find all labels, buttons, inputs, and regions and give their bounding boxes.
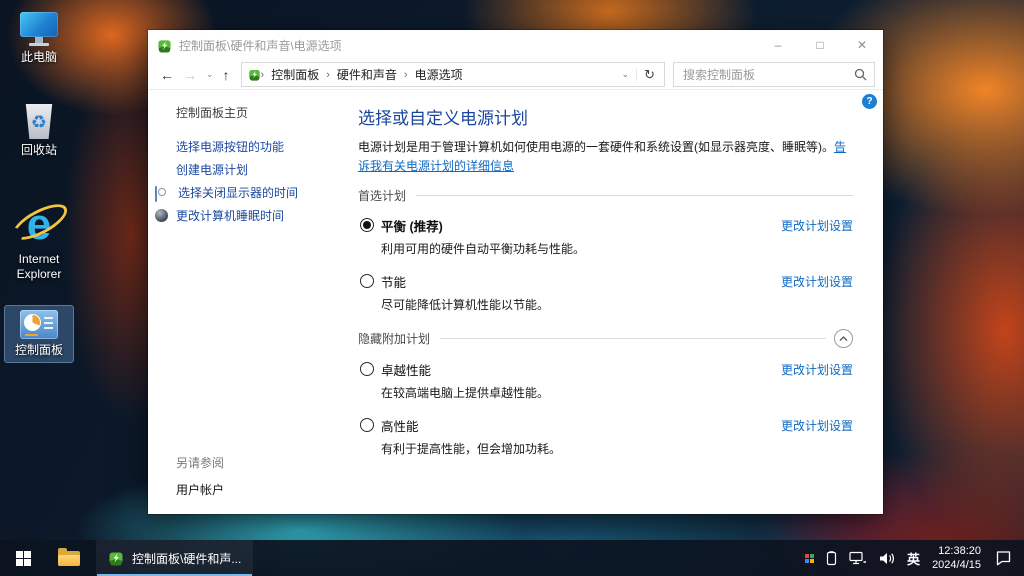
start-button[interactable] [0,540,46,576]
internet-explorer-icon: e [15,202,63,248]
desktop-icon-label: 此电脑 [21,50,57,65]
plan-description: 尽可能降低计算机性能以节能。 [381,296,853,313]
desktop-icon-control-panel[interactable]: 控制面板 [5,306,73,362]
power-options-icon [157,38,172,53]
control-panel-window: 控制面板\硬件和声音\电源选项 – □ ✕ ← → ⌄ ↑ › 控制面板 › 硬… [148,30,883,514]
radio-power-saver[interactable] [360,274,374,288]
window-title: 控制面板\硬件和声音\电源选项 [179,37,757,54]
window-content: ? 控制面板主页 选择电源按钮的功能 创建电源计划 选择关闭显示器的时间 更改计… [148,90,883,514]
power-options-icon [108,550,124,566]
file-explorer-button[interactable] [46,540,92,576]
recycle-bin-icon: ♻ [24,104,54,139]
collapse-section-button[interactable] [834,329,853,348]
plan-name: 高性能 [381,420,419,434]
up-button[interactable]: ↑ [223,68,230,82]
desktop-icon-label: 控制面板 [15,343,63,358]
tray-app-icon[interactable] [805,554,814,563]
desktop-icon-label: Internet Explorer [7,252,71,282]
maximize-button[interactable]: □ [799,30,841,60]
power-plan-high-performance: 高性能 更改计划设置 有利于提高性能，但会增加功耗。 [358,416,853,457]
minimize-button[interactable]: – [757,30,799,60]
close-button[interactable]: ✕ [841,30,883,60]
section-header-preferred-plans: 首选计划 [358,187,853,204]
control-panel-icon [20,310,58,339]
change-plan-settings-link[interactable]: 更改计划设置 [781,273,853,290]
display-clock-icon [155,186,157,202]
search-icon [854,68,867,81]
power-plan-power-saver: 节能 更改计划设置 尽可能降低计算机性能以节能。 [358,272,853,313]
divider [440,338,826,339]
breadcrumb-control-panel[interactable]: 控制面板 [264,66,326,83]
search-box[interactable] [673,62,875,87]
search-input[interactable] [681,67,854,83]
title-bar: 控制面板\硬件和声音\电源选项 – □ ✕ [148,30,883,60]
sidebar-item-display-off-time[interactable]: 选择关闭显示器的时间 [176,185,346,201]
plan-name: 平衡 (推荐) [381,220,443,234]
radio-balanced[interactable] [360,218,374,232]
power-plan-balanced: 平衡 (推荐) 更改计划设置 利用可用的硬件自动平衡功耗与性能。 [358,216,853,257]
navigation-bar: ← → ⌄ ↑ › 控制面板 › 硬件和声音 › 电源选项 ⌄ ↻ [148,60,883,90]
desktop-icon-recycle-bin[interactable]: ♻ 回收站 [5,100,73,162]
this-pc-icon [20,12,58,46]
battery-icon[interactable] [826,551,837,566]
recent-pages-dropdown-icon[interactable]: ⌄ [206,70,214,79]
chevron-up-icon [839,336,848,342]
sidebar-item-home[interactable]: 控制面板主页 [176,104,346,121]
volume-icon[interactable] [879,552,895,565]
sidebar-item-sleep-time[interactable]: 更改计算机睡眠时间 [176,208,346,224]
change-plan-settings-link[interactable]: 更改计划设置 [781,361,853,378]
plan-description: 利用可用的硬件自动平衡功耗与性能。 [381,240,853,257]
sidebar-item-power-buttons[interactable]: 选择电源按钮的功能 [176,139,346,155]
radio-ultimate-performance[interactable] [360,362,374,376]
help-button[interactable]: ? [862,94,877,109]
sleep-moon-icon [155,209,168,222]
refresh-icon[interactable]: ↻ [636,68,662,81]
taskbar-clock[interactable]: 12:38:20 2024/4/15 [932,544,981,573]
radio-high-performance[interactable] [360,418,374,432]
clock-time: 12:38:20 [932,544,981,558]
windows-logo-icon [16,551,31,566]
address-bar[interactable]: › 控制面板 › 硬件和声音 › 电源选项 ⌄ ↻ [241,62,665,87]
clock-date: 2024/4/15 [932,558,981,572]
sidebar-item-create-plan[interactable]: 创建电源计划 [176,162,346,178]
taskbar: 控制面板\硬件和声... 英 [0,540,1024,576]
system-tray: 英 12:38:20 2024/4/15 [805,544,1024,573]
address-dropdown-icon[interactable]: ⌄ [615,69,637,80]
intro-text: 电源计划是用于管理计算机如何使用电源的一套硬件和系统设置(如显示器亮度、睡眠等)… [358,138,853,176]
task-label: 控制面板\硬件和声... [132,550,241,567]
divider [416,195,853,196]
see-also-header: 另请参阅 [176,454,346,471]
power-plan-ultimate-performance: 卓越性能 更改计划设置 在较高端电脑上提供卓越性能。 [358,360,853,401]
recycle-symbol-icon: ♻ [31,113,47,131]
breadcrumb-power-options[interactable]: 电源选项 [408,66,470,83]
change-plan-settings-link[interactable]: 更改计划设置 [781,417,853,434]
desktop-icon-label: 回收站 [21,143,57,158]
sidebar-item-user-accounts[interactable]: 用户帐户 [176,481,346,498]
change-plan-settings-link[interactable]: 更改计划设置 [781,217,853,234]
breadcrumb-hardware-sound[interactable]: 硬件和声音 [330,66,404,83]
power-options-icon [248,68,261,81]
folder-icon [58,551,80,566]
main-pane: 选择或自定义电源计划 电源计划是用于管理计算机如何使用电源的一套硬件和系统设置(… [346,90,883,514]
back-button[interactable]: ← [160,68,174,82]
network-icon[interactable] [849,551,867,565]
desktop-icon-internet-explorer[interactable]: e Internet Explorer [5,198,73,286]
screen: 此电脑 ♻ 回收站 e Internet Explorer 控制面板 控制面板\… [0,0,1024,576]
page-title: 选择或自定义电源计划 [358,104,853,129]
ime-language-indicator[interactable]: 英 [907,549,920,568]
taskbar-task-control-panel[interactable]: 控制面板\硬件和声... [96,540,253,576]
plan-description: 在较高端电脑上提供卓越性能。 [381,384,853,401]
action-center-icon[interactable] [995,550,1012,566]
plan-description: 有利于提高性能，但会增加功耗。 [381,440,853,457]
plan-name: 卓越性能 [381,364,431,378]
section-header-hidden-plans: 隐藏附加计划 [358,329,853,348]
forward-button[interactable]: → [183,68,197,82]
see-also-section: 另请参阅 用户帐户 [176,454,346,498]
plan-name: 节能 [381,276,406,290]
sidebar: 控制面板主页 选择电源按钮的功能 创建电源计划 选择关闭显示器的时间 更改计算机… [148,90,346,514]
desktop-icon-this-pc[interactable]: 此电脑 [5,8,73,69]
